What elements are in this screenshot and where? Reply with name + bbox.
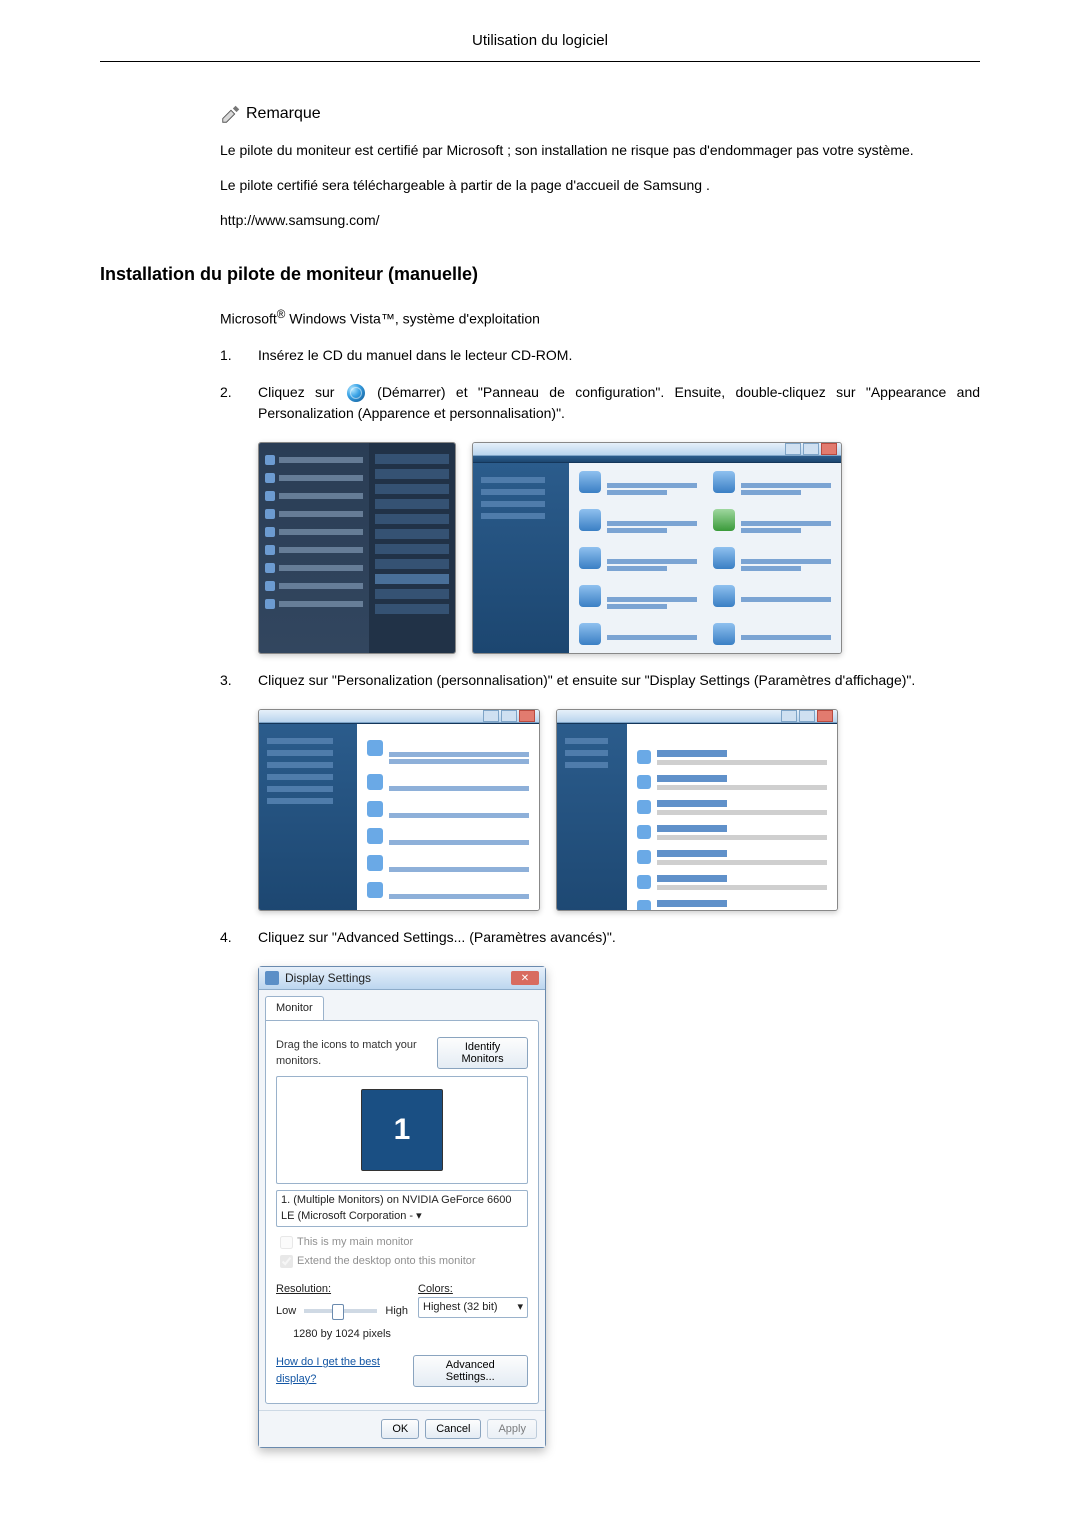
colors-label: Colors: (418, 1281, 528, 1298)
step2-post: (Démarrer) et "Panneau de configuration"… (258, 384, 980, 421)
step-1: 1. Insérez le CD du manuel dans le lecte… (220, 345, 980, 366)
step-2: 2. Cliquez sur (Démarrer) et "Panneau de… (220, 382, 980, 424)
start-menu-screenshot (258, 442, 456, 654)
colors-select[interactable]: Highest (32 bit)▾ (418, 1297, 528, 1318)
extend-desktop-checkbox[interactable]: Extend the desktop onto this monitor (276, 1255, 476, 1267)
personalization-screenshot (556, 709, 838, 911)
monitor-select[interactable]: 1. (Multiple Monitors) on NVIDIA GeForce… (276, 1190, 528, 1227)
appearance-personalization-item (713, 509, 831, 535)
monitor-tab[interactable]: Monitor (265, 996, 324, 1020)
advanced-settings-button[interactable]: Advanced Settings... (413, 1355, 528, 1387)
pers-sidebar (557, 724, 627, 911)
personalization-link (367, 740, 529, 766)
best-display-link[interactable]: How do I get the best display? (276, 1354, 413, 1387)
cancel-button[interactable]: Cancel (425, 1419, 481, 1439)
drag-hint: Drag the icons to match your monitors. (276, 1037, 437, 1070)
step-text: Insérez le CD du manuel dans le lecteur … (258, 345, 980, 366)
display-icon (265, 971, 279, 985)
pers-list (627, 724, 837, 911)
page-header: Utilisation du logiciel (100, 30, 980, 62)
resolution-value: 1280 by 1024 pixels (276, 1326, 408, 1343)
monitor-preview[interactable]: 1 (361, 1089, 443, 1171)
dialog-title: Display Settings (285, 969, 371, 987)
start-menu-right (369, 443, 455, 653)
step-text: Cliquez sur (Démarrer) et "Panneau de co… (258, 382, 980, 424)
resolution-slider[interactable] (304, 1309, 377, 1313)
os-suffix: , système d'exploitation (395, 310, 540, 326)
note-paragraph-1: Le pilote du moniteur est certifié par M… (220, 140, 980, 161)
identify-monitors-button[interactable]: Identify Monitors (437, 1037, 528, 1069)
step-4: 4. Cliquez sur "Advanced Settings... (Pa… (220, 927, 980, 948)
dialog-titlebar: Display Settings ✕ (259, 967, 545, 990)
step-number: 2. (220, 382, 240, 424)
os-prefix: Microsoft (220, 310, 277, 326)
start-orb-icon (347, 384, 365, 402)
display-settings-link (637, 900, 827, 911)
note-url: http://www.samsung.com/ (220, 210, 980, 231)
control-panel-item (375, 574, 449, 584)
control-panel-screenshot (472, 442, 842, 654)
step-number: 1. (220, 345, 240, 366)
step-text: Cliquez sur "Advanced Settings... (Param… (258, 927, 980, 948)
tm-mark: ™ (381, 310, 395, 326)
res-low: Low (276, 1303, 296, 1320)
step2-screenshots (258, 442, 980, 654)
chevron-down-icon: ▾ (517, 1299, 523, 1316)
close-icon[interactable]: ✕ (511, 971, 539, 985)
res-high: High (385, 1303, 408, 1320)
resolution-label: Resolution: (276, 1281, 408, 1298)
apply-button[interactable]: Apply (487, 1419, 537, 1439)
ap-list (357, 724, 539, 911)
cp-sidebar (473, 463, 569, 653)
step-3: 3. Cliquez sur "Personalization (personn… (220, 670, 980, 691)
step-number: 4. (220, 927, 240, 948)
os-mid: Windows Vista (285, 310, 380, 326)
main-monitor-checkbox[interactable]: This is my main monitor (276, 1236, 413, 1248)
step-text: Cliquez sur "Personalization (personnali… (258, 670, 980, 691)
ok-button[interactable]: OK (381, 1419, 419, 1439)
note-label: Remarque (246, 102, 321, 126)
display-settings-dialog: Display Settings ✕ Monitor Drag the icon… (258, 966, 546, 1448)
step3-screenshots (258, 709, 980, 911)
appearance-personalization-screenshot (258, 709, 540, 911)
ap-sidebar (259, 724, 357, 911)
start-menu-left (259, 443, 369, 653)
note-heading: Remarque (220, 102, 980, 126)
step-number: 3. (220, 670, 240, 691)
step2-pre: Cliquez sur (258, 384, 334, 400)
cp-categories (569, 463, 841, 653)
section-title: Installation du pilote de moniteur (manu… (100, 261, 980, 288)
pen-icon (220, 103, 242, 125)
note-paragraph-2: Le pilote certifié sera téléchargeable à… (220, 175, 980, 196)
os-line: Microsoft® Windows Vista™, système d'exp… (220, 306, 980, 330)
